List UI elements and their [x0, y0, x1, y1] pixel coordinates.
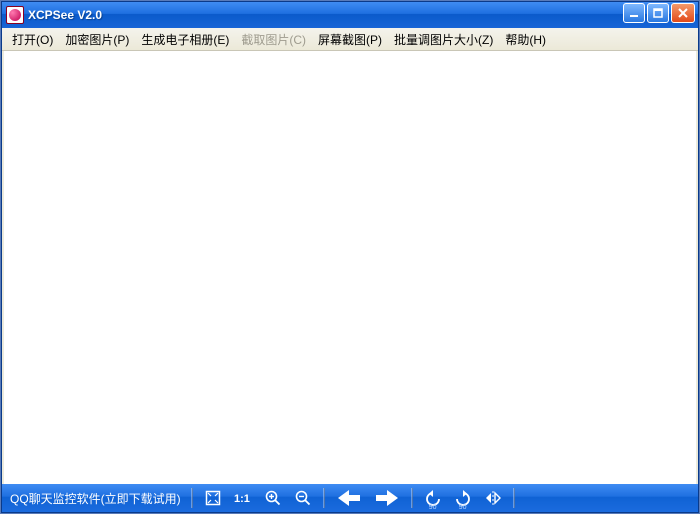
menubar: 打开(O) 加密图片(P) 生成电子相册(E) 截取图片(C) 屏幕截图(P) …	[2, 28, 698, 51]
svg-text:1:1: 1:1	[234, 493, 250, 505]
window-controls	[623, 1, 698, 29]
menu-album[interactable]: 生成电子相册(E)	[135, 29, 235, 50]
app-icon	[6, 6, 24, 24]
menu-open[interactable]: 打开(O)	[6, 29, 59, 50]
separator	[513, 488, 515, 508]
rotate-group: 90 90	[415, 488, 511, 508]
menu-encrypt[interactable]: 加密图片(P)	[59, 29, 135, 50]
promo-link[interactable]: QQ聊天监控软件(立即下载试用)	[10, 490, 189, 507]
close-button[interactable]	[671, 3, 695, 23]
prev-button[interactable]	[335, 487, 363, 509]
maximize-button[interactable]	[647, 3, 669, 23]
app-window: XCPSee V2.0 打开(O) 加密图片(P) 生成电子相册(E) 截取图片…	[1, 1, 699, 513]
flip-button[interactable]	[483, 488, 503, 508]
minimize-button[interactable]	[623, 3, 645, 23]
menu-help[interactable]: 帮助(H)	[499, 29, 552, 50]
zoom-in-button[interactable]	[263, 488, 283, 508]
title-text: XCPSee V2.0	[28, 8, 623, 22]
rotate-cw-button[interactable]: 90	[453, 488, 473, 508]
bottom-toolbar: QQ聊天监控软件(立即下载试用) 1:1	[2, 484, 698, 512]
menu-screenshot[interactable]: 屏幕截图(P)	[312, 29, 388, 50]
separator	[411, 488, 413, 508]
menu-batchresize[interactable]: 批量调图片大小(Z)	[388, 29, 499, 50]
actual-size-button[interactable]: 1:1	[233, 488, 253, 508]
menu-crop: 截取图片(C)	[235, 29, 312, 50]
titlebar[interactable]: XCPSee V2.0	[2, 2, 698, 28]
separator	[191, 488, 193, 508]
content-area	[2, 51, 698, 484]
separator	[323, 488, 325, 508]
fit-screen-button[interactable]	[203, 488, 223, 508]
next-button[interactable]	[373, 487, 401, 509]
nav-group	[327, 487, 409, 509]
zoom-out-button[interactable]	[293, 488, 313, 508]
rotate-ccw-button[interactable]: 90	[423, 488, 443, 508]
zoom-group: 1:1	[195, 488, 321, 508]
